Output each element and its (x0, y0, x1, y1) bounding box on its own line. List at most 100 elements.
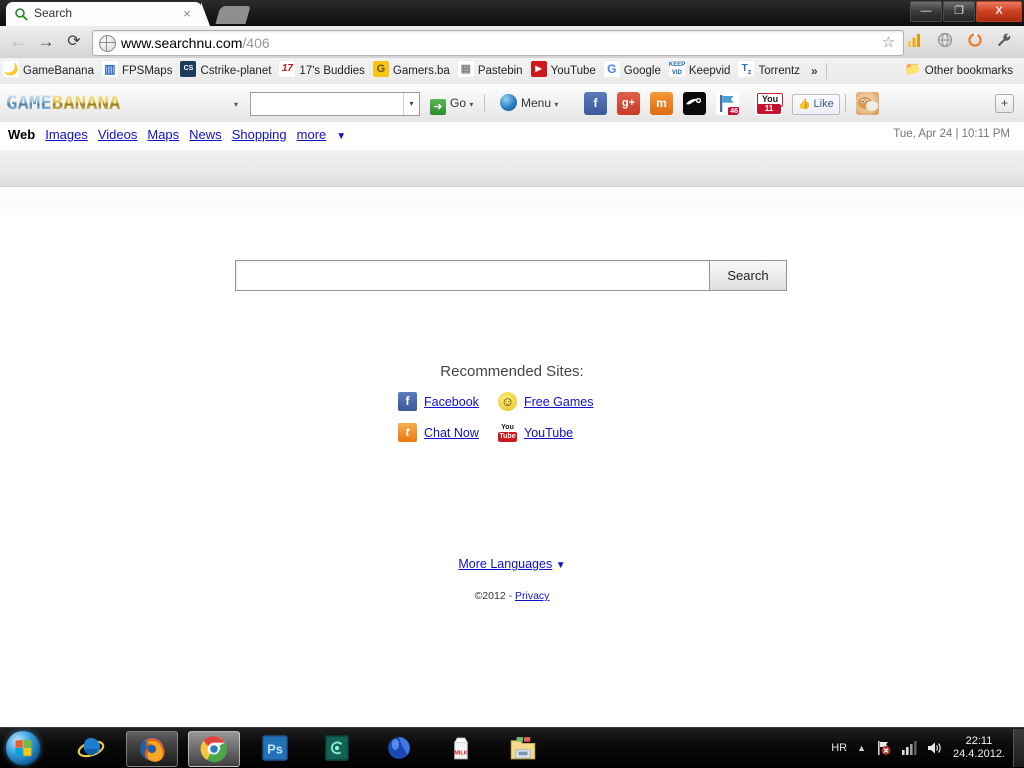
bookmark-keepvid[interactable]: KEEP VID Keepvid (666, 58, 736, 84)
youtube-subs-icon[interactable]: You 11 (755, 92, 783, 115)
logo-chevron-down-icon[interactable]: ▾ (234, 100, 238, 109)
menu-chevron-down-icon[interactable]: ▾ (554, 100, 558, 109)
close-button[interactable]: X (976, 1, 1022, 22)
gamebanana-logo[interactable]: GAMEBANANA (6, 92, 120, 114)
bookmark-pastebin[interactable]: ▦ Pastebin (455, 58, 528, 84)
nav-link-images[interactable]: Images (45, 127, 88, 142)
smiley-icon: ☺ (498, 392, 517, 411)
restore-button[interactable]: ❐ (943, 1, 975, 22)
tray-language-label[interactable]: HR (831, 742, 847, 754)
green-app-taskbar-icon[interactable] (312, 731, 362, 765)
bookmark-cstrike-planet[interactable]: CS Cstrike-planet (177, 58, 276, 84)
tab-close-icon[interactable]: × (180, 7, 194, 21)
facebook-icon: f (398, 392, 417, 411)
address-host: www.searchnu.com (121, 35, 243, 51)
firefox-taskbar-icon[interactable] (126, 731, 178, 767)
steam-icon[interactable] (683, 92, 706, 115)
recommended-sites-grid: f Facebook ☺ Free Games t Chat Now You T… (398, 392, 628, 454)
orange-ring-extension-icon[interactable] (965, 32, 985, 52)
youtube-tube-text: Tube (498, 432, 517, 442)
bookmark-torrentz[interactable]: Tz Torrentz (735, 58, 805, 84)
file-explorer-taskbar-icon[interactable] (498, 731, 548, 765)
milk-box-taskbar-icon[interactable]: MILK (436, 731, 486, 765)
recommended-item-facebook[interactable]: f Facebook (398, 392, 498, 411)
gamebanana-search-box[interactable]: ▾ (250, 92, 420, 116)
more-languages-row: More Languages ▼ (0, 557, 1024, 571)
bookmark-label: Cstrike-planet (200, 65, 272, 77)
bookmark-fpsmaps[interactable]: ▥ FPSMaps (99, 58, 178, 84)
nav-link-more[interactable]: more (297, 127, 327, 142)
copyright-row: ©2012 - Privacy (0, 590, 1024, 602)
blue-globe-taskbar-icon[interactable] (374, 731, 424, 765)
google-plus-share-icon[interactable]: g+ (617, 92, 640, 115)
browser-tab[interactable]: Search × (6, 2, 210, 26)
tray-clock[interactable]: 22:11 24.4.2012. (953, 735, 1005, 761)
wrench-menu-icon[interactable] (994, 32, 1014, 52)
go-arrow-icon: ➜ (430, 99, 446, 115)
facebook-like-button[interactable]: 👍 Like (792, 94, 840, 115)
search-button[interactable]: Search (709, 260, 787, 291)
bookmark-label: 17's Buddies (299, 65, 365, 77)
show-desktop-button[interactable] (1013, 729, 1024, 767)
go-chevron-down-icon[interactable]: ▾ (469, 100, 473, 109)
gamebanana-go-button[interactable]: ➜ Go ▾ (430, 93, 473, 115)
windows-taskbar: Ps MILK HR ▲ 22:11 24.4.2012. (0, 727, 1024, 768)
more-languages-chevron-down-icon[interactable]: ▼ (556, 560, 566, 571)
windows-start-orb[interactable] (6, 731, 40, 765)
bookmarks-overflow-button[interactable]: » (805, 58, 824, 84)
bar-chart-extension-icon[interactable] (905, 32, 925, 52)
recommended-link-label[interactable]: Free Games (524, 395, 593, 409)
recommended-item-youtube[interactable]: You Tube YouTube (498, 423, 626, 442)
nav-link-shopping[interactable]: Shopping (232, 127, 287, 142)
network-error-icon[interactable] (876, 740, 892, 756)
gamebanana-search-input[interactable] (253, 95, 403, 115)
new-tab-button[interactable] (215, 6, 251, 24)
globe-extension-icon[interactable] (935, 32, 955, 52)
recommended-link-label[interactable]: YouTube (524, 426, 573, 440)
nav-link-news[interactable]: News (189, 127, 222, 142)
more-chevron-down-icon[interactable]: ▼ (336, 131, 346, 142)
nav-link-videos[interactable]: Videos (98, 127, 138, 142)
facebook-share-icon[interactable]: f (584, 92, 607, 115)
photoshop-taskbar-icon[interactable]: Ps (250, 731, 300, 765)
screen: Search × — ❐ X ← → ⟳ www.searchnu.com/40… (0, 0, 1024, 768)
bookmark-youtube[interactable]: ▶ YouTube (528, 58, 601, 84)
other-bookmarks-button[interactable]: 📁 Other bookmarks (902, 58, 1018, 84)
volume-icon[interactable] (926, 740, 942, 756)
signal-bars-icon[interactable] (901, 740, 917, 756)
user-avatar[interactable] (856, 92, 879, 115)
chrome-taskbar-icon[interactable] (188, 731, 240, 767)
chat-bubble-icon: t (398, 423, 417, 442)
myspace-share-icon[interactable]: m (650, 92, 673, 115)
youtube-you-text: You (498, 423, 517, 432)
nav-link-web[interactable]: Web (8, 127, 35, 142)
more-languages-link[interactable]: More Languages (458, 557, 552, 571)
search-input[interactable] (235, 260, 709, 291)
nav-link-maps[interactable]: Maps (147, 127, 179, 142)
recommended-item-chat-now[interactable]: t Chat Now (398, 423, 498, 442)
bookmark-17s-buddies[interactable]: 17 17's Buddies (276, 58, 370, 84)
cstrike-icon: CS (180, 61, 197, 77)
flag-messages-icon[interactable]: 46 (716, 92, 739, 115)
reload-button[interactable]: ⟳ (64, 32, 84, 52)
tray-time: 22:11 (965, 735, 993, 747)
gamebanana-search-chevron-down-icon[interactable]: ▾ (403, 93, 419, 115)
recommended-link-label[interactable]: Facebook (424, 395, 479, 409)
address-bar[interactable]: www.searchnu.com/406 ☆ (92, 30, 904, 56)
add-toolbar-item-button[interactable]: + (995, 94, 1014, 113)
thumbs-up-icon: 👍 (798, 99, 811, 110)
bookmark-google[interactable]: G Google (601, 58, 666, 84)
forward-button[interactable]: → (36, 32, 56, 52)
bookmark-gamebanana[interactable]: 🌙 GameBanana (0, 58, 99, 84)
tray-show-hidden-icon[interactable]: ▲ (857, 743, 866, 753)
recommended-item-free-games[interactable]: ☺ Free Games (498, 392, 626, 411)
recommended-link-label[interactable]: Chat Now (424, 426, 479, 440)
banana-icon: 🌙 (3, 61, 19, 77)
bookmark-star-icon[interactable]: ☆ (880, 34, 897, 51)
back-button[interactable]: ← (8, 32, 28, 52)
minimize-button[interactable]: — (910, 1, 942, 22)
gamebanana-menu-button[interactable]: Menu ▾ (500, 93, 558, 113)
privacy-link[interactable]: Privacy (515, 590, 549, 602)
bookmark-gamers-ba[interactable]: G Gamers.ba (370, 58, 455, 84)
internet-explorer-taskbar-icon[interactable] (66, 731, 116, 765)
